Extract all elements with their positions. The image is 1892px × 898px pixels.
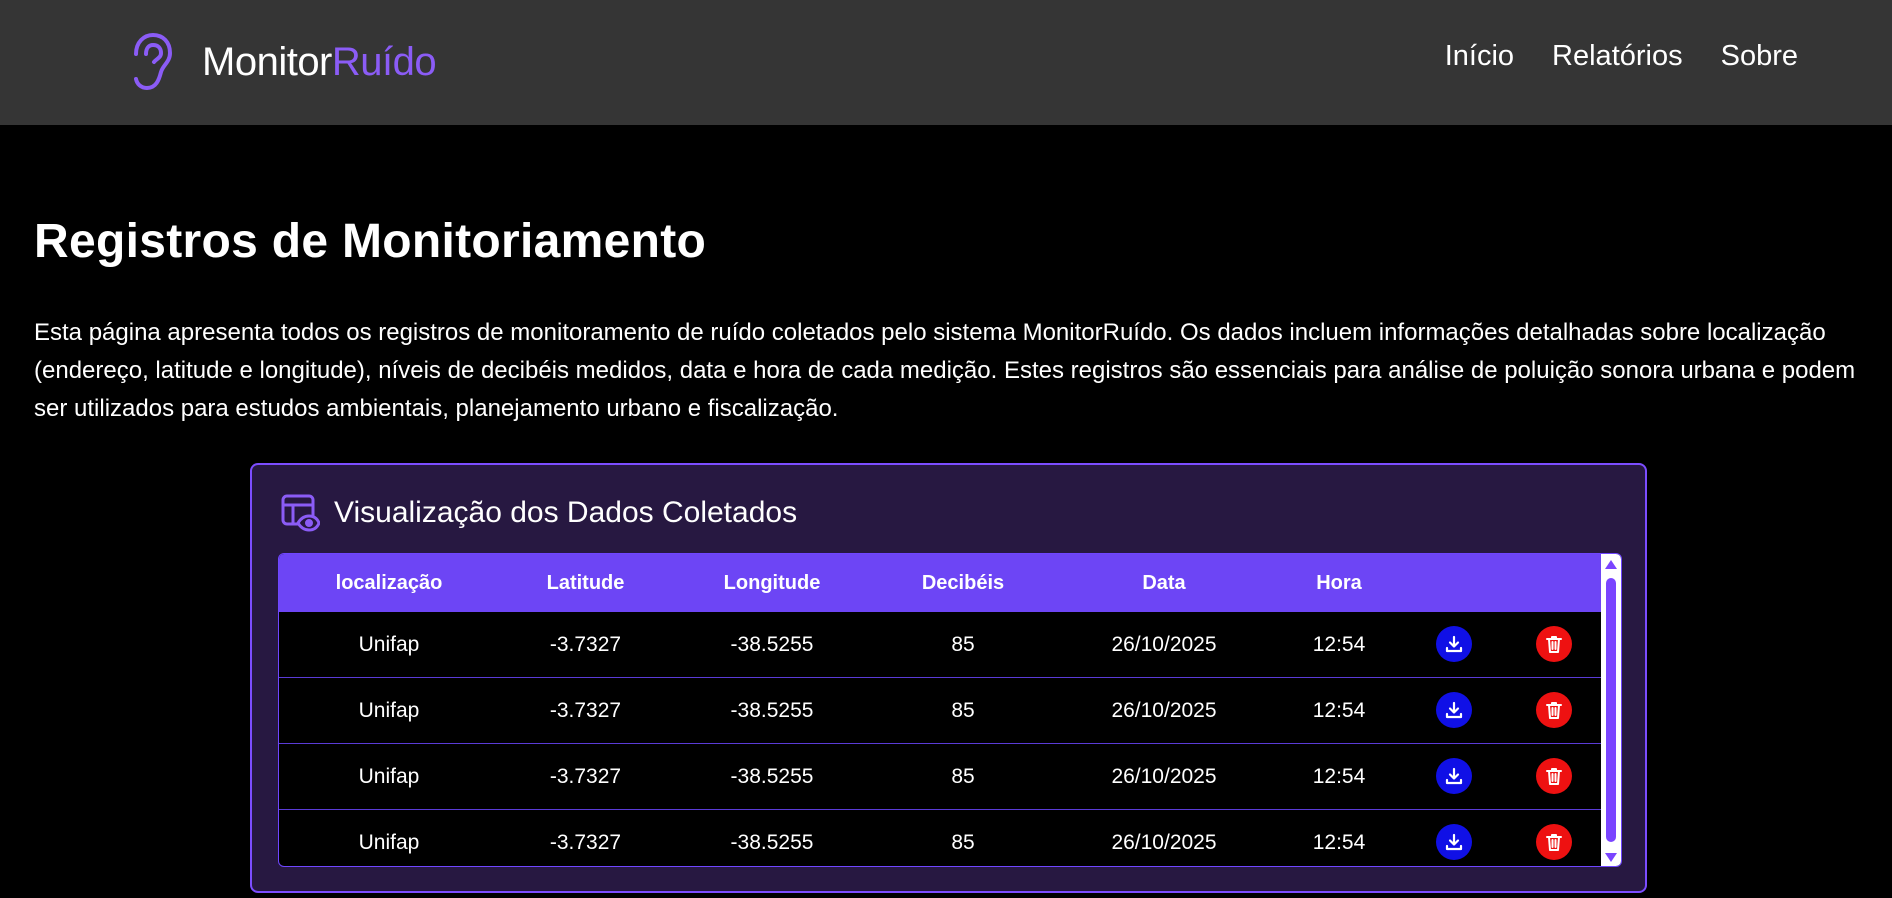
scroll-up-arrow-icon[interactable] [1605,560,1617,569]
cell-download [1404,744,1504,810]
cell-latitude: -3.7327 [549,633,622,656]
table-row: Unifap -3.7327 -38.5255 85 26/10/2025 12… [279,612,1603,678]
cell-decibeis: 85 [951,633,975,656]
download-button[interactable] [1436,824,1472,860]
scrollbar-thumb[interactable] [1606,578,1616,842]
cell-latitude: -3.7327 [549,831,622,854]
nav-relatorios[interactable]: Relatórios [1552,40,1683,73]
cell-delete [1504,810,1604,866]
download-button[interactable] [1436,758,1472,794]
delete-button[interactable] [1536,626,1572,662]
cell-longitude: -38.5255 [730,831,814,854]
download-button[interactable] [1436,692,1472,728]
table-scrollbar[interactable] [1601,554,1621,866]
table-eye-icon [281,494,320,532]
trash-icon [1546,636,1562,653]
brand-name: MonitorRuído [202,40,437,84]
cell-localizacao: Unifap [358,765,420,788]
brand-logo[interactable]: MonitorRuído [130,30,437,94]
cell-latitude: -3.7327 [549,765,622,788]
cell-localizacao: Unifap [358,831,420,854]
delete-button[interactable] [1536,824,1572,860]
cell-decibeis: 85 [951,765,975,788]
cell-localizacao: Unifap [358,699,420,722]
download-icon [1445,635,1463,653]
table-row: Unifap -3.7327 -38.5255 85 26/10/2025 12… [279,810,1604,866]
card-header: Visualização dos Dados Coletados [280,493,797,533]
brand-name-main: Monitor [202,40,332,84]
data-card: Visualização dos Dados Coletados localiz… [250,463,1647,893]
column-header-longitude: Longitude [723,571,821,594]
cell-longitude: -38.5255 [730,699,814,722]
delete-button[interactable] [1536,758,1572,794]
cell-longitude: -38.5255 [730,633,814,656]
trash-icon [1546,768,1562,785]
cell-data: 26/10/2025 [1111,699,1217,722]
cell-decibeis: 85 [951,831,975,854]
download-icon [1445,833,1463,851]
column-header-localizacao: localização [335,571,443,594]
table-body: Unifap -3.7327 -38.5255 85 26/10/2025 12… [279,612,1604,866]
column-header-data: Data [1142,571,1186,594]
cell-latitude: -3.7327 [549,699,622,722]
cell-download [1404,810,1504,866]
page-intro: Esta página apresenta todos os registros… [34,319,1856,422]
cell-download [1404,678,1504,744]
nav-inicio[interactable]: Início [1445,40,1514,73]
cell-localizacao: Unifap [358,633,420,656]
page-title: Registros de Monitoriamento [34,215,707,268]
trash-icon [1546,702,1562,719]
nav-sobre[interactable]: Sobre [1721,40,1798,73]
cell-delete [1504,612,1604,678]
column-header-latitude: Latitude [546,571,625,594]
table-row: Unifap -3.7327 -38.5255 85 26/10/2025 12… [279,678,1603,744]
cell-hora: 12:54 [1312,633,1366,656]
card-title: Visualização dos Dados Coletados [334,496,798,529]
delete-button[interactable] [1536,692,1572,728]
main-nav: Início Relatórios Sobre [1445,40,1798,73]
cell-delete [1504,744,1604,810]
cell-data: 26/10/2025 [1111,633,1217,656]
cell-download [1404,612,1504,678]
download-icon [1445,767,1463,785]
records-table: localização Latitude Longitude Decibéis … [278,553,1622,867]
top-navbar: MonitorRuído Início Relatórios Sobre [0,0,1892,125]
cell-hora: 12:54 [1312,831,1366,854]
cell-hora: 12:54 [1312,765,1366,788]
download-icon [1445,701,1463,719]
cell-decibeis: 85 [951,699,975,722]
trash-icon [1546,834,1562,851]
scroll-down-arrow-icon[interactable] [1605,853,1617,862]
download-button[interactable] [1436,626,1472,662]
column-header-decibeis: Decibéis [921,571,1005,594]
cell-hora: 12:54 [1312,699,1366,722]
ear-icon [134,33,172,90]
brand-name-accent: Ruído [331,40,437,84]
cell-data: 26/10/2025 [1111,831,1217,854]
table-header: localização Latitude Longitude Decibéis … [279,554,1603,612]
cell-longitude: -38.5255 [730,765,814,788]
table-row: Unifap -3.7327 -38.5255 85 26/10/2025 12… [279,744,1603,810]
cell-delete [1504,678,1604,744]
column-header-hora: Hora [1316,571,1362,594]
cell-data: 26/10/2025 [1111,765,1217,788]
